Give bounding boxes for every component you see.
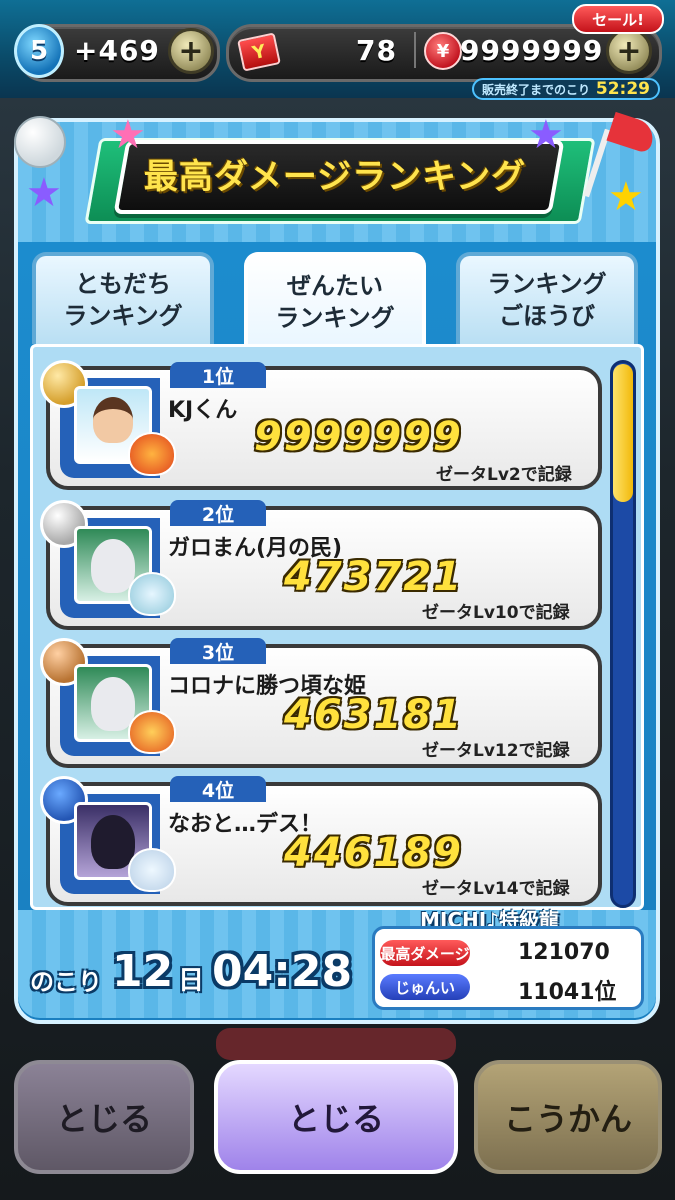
tab-overall-ranking[interactable]: ぜんたい ランキング (244, 252, 426, 348)
tab-ranking-rewards[interactable]: ランキング ごほうび (456, 252, 638, 344)
remaining-time: 04:28 (212, 946, 353, 997)
tab-label-line2: ごほうび (499, 302, 595, 330)
coin-plus-button[interactable]: + (606, 28, 652, 74)
player-score: 473721 (284, 554, 463, 600)
player-name: KJくん (168, 398, 238, 423)
sale-timer: 販売終了までのこり 52:29 (472, 78, 660, 100)
tab-label-line1: ランキング (487, 270, 607, 298)
exchange-button[interactable]: こうかん (474, 1060, 662, 1174)
coin-icon: ¥ (424, 32, 462, 70)
ball-icon (14, 116, 66, 168)
tab-friends-ranking[interactable]: ともだち ランキング (32, 252, 214, 344)
stamina-plus-button[interactable]: + (168, 28, 214, 74)
coin-count: 9999999 (460, 34, 604, 67)
remaining-day-unit: 日 (178, 966, 205, 996)
yokai-mini-icon (128, 432, 176, 476)
player-score: 9999999 (254, 414, 463, 460)
max-damage-label: 最高ダメージ (380, 940, 470, 966)
stamina-value: +469 (74, 34, 160, 67)
sale-timer-label: 販売終了までのこり (482, 82, 591, 97)
tab-label-line2: ランキング (275, 304, 395, 332)
yokai-mini-icon (128, 710, 176, 754)
yokai-mini-icon (128, 848, 176, 892)
tab-label-line2: ランキング (63, 302, 183, 330)
rank-position-label: じゅんい (380, 974, 470, 1000)
rank-label: 4位 (170, 776, 266, 802)
record-note: ゼータLv2で記録 (436, 465, 572, 485)
page-title: 最高ダメージランキング (143, 156, 527, 197)
player-score: 446189 (284, 830, 463, 876)
remaining-days: 12 (112, 946, 174, 997)
background-banner (216, 1028, 456, 1060)
close-button[interactable]: とじる (214, 1060, 458, 1174)
remaining-label: のこり (30, 968, 102, 996)
rank-position-value: 11041位 (518, 980, 617, 1005)
currency-divider (414, 32, 416, 68)
close-button-left[interactable]: とじる (14, 1060, 194, 1174)
rank-label: 2位 (170, 500, 266, 526)
star-icon: ★ (110, 112, 146, 158)
tab-label-line1: ともだち (75, 270, 171, 298)
record-note: ゼータLv14で記録 (422, 879, 570, 899)
record-note: ゼータLv12で記録 (422, 741, 570, 761)
player-score: 463181 (284, 692, 463, 738)
yokai-mini-icon (128, 572, 176, 616)
level-badge: 5 (14, 24, 64, 78)
scrollbar-thumb[interactable] (613, 364, 633, 502)
star-icon: ★ (26, 170, 62, 216)
record-note: ゼータLv10で記録 (422, 603, 570, 623)
sale-badge[interactable]: セール! (572, 4, 664, 34)
rank-label: 1位 (170, 362, 266, 388)
star-icon: ★ (528, 112, 564, 158)
ticket-count: 78 (356, 34, 397, 67)
rank-label: 3位 (170, 638, 266, 664)
max-damage-value: 121070 (518, 940, 610, 965)
sale-timer-value: 52:29 (595, 79, 650, 99)
tab-label-line1: ぜんたい (287, 272, 383, 300)
star-icon: ★ (608, 174, 644, 220)
